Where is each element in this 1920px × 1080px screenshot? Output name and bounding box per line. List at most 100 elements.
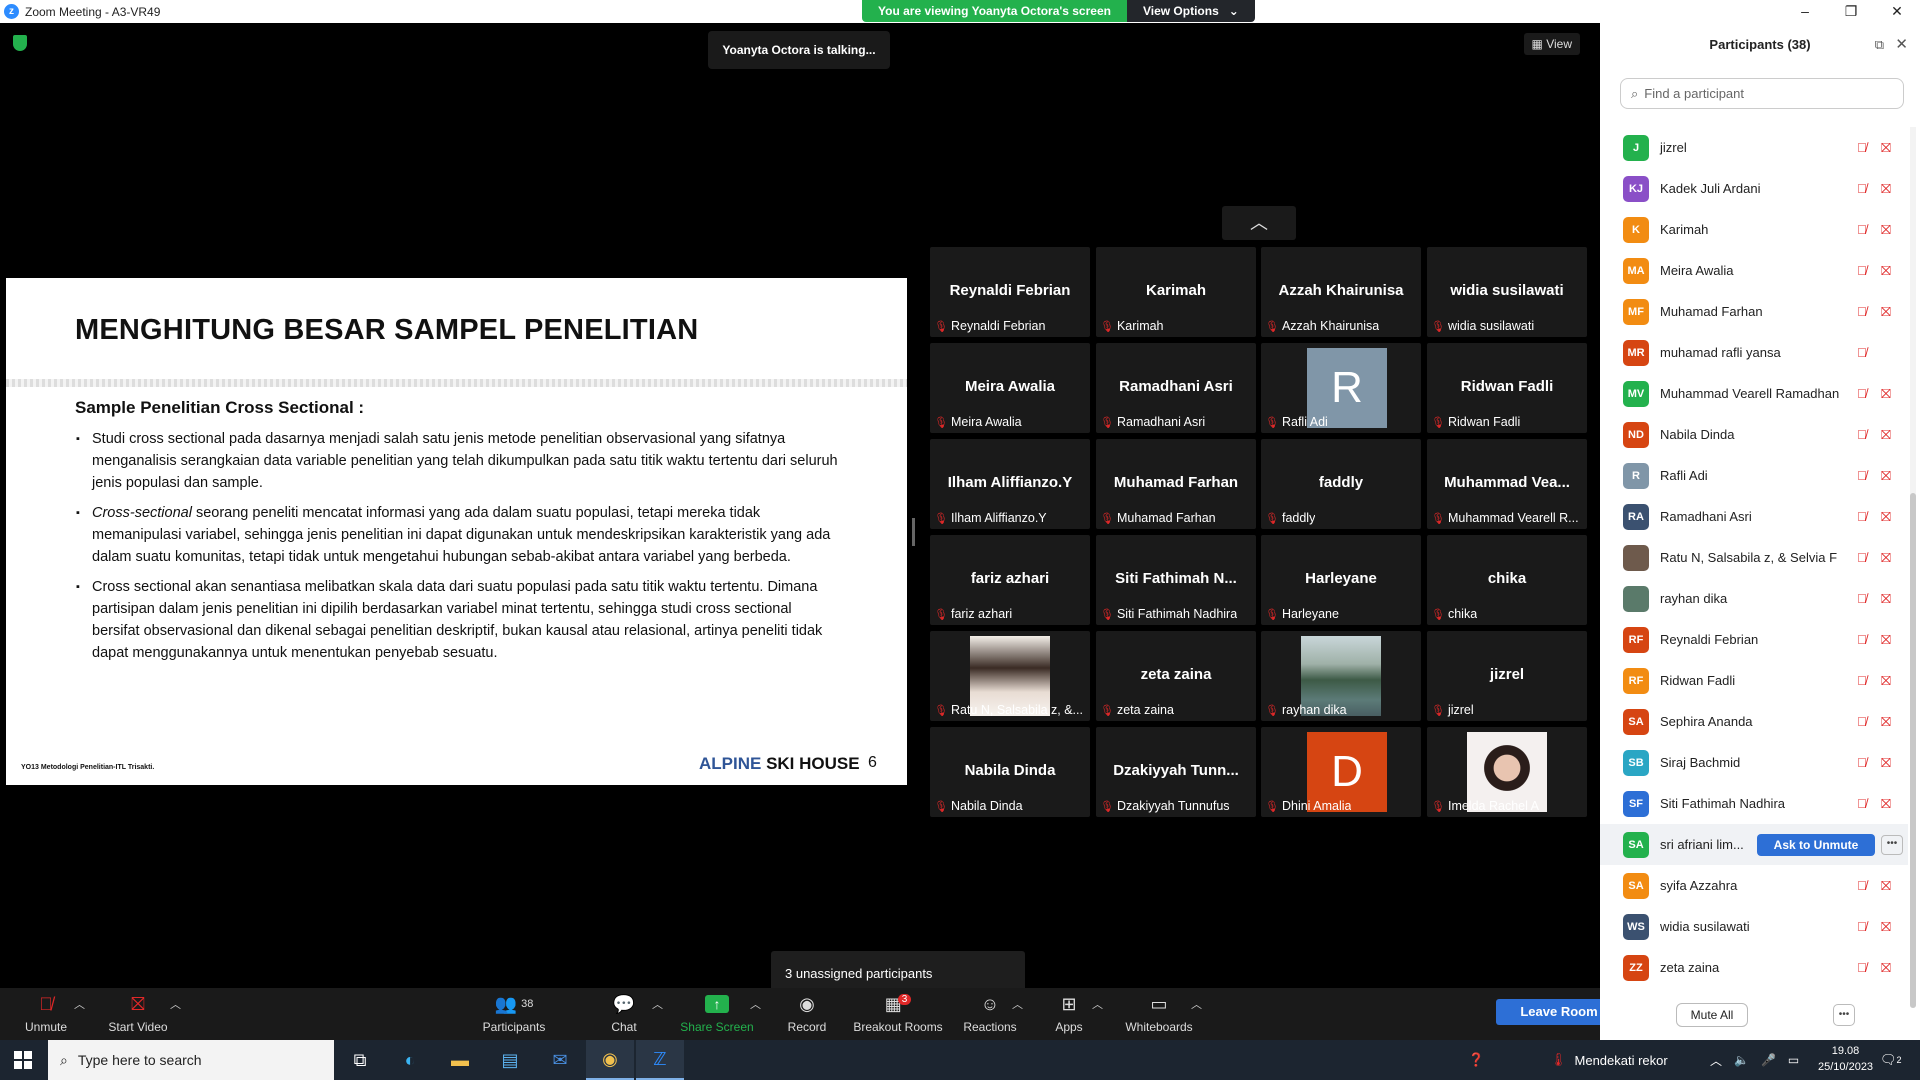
- system-tray[interactable]: ︿ 🔈 🎤 ▭: [1710, 1040, 1799, 1080]
- video-tile[interactable]: widia susilawati 🎙 widia susilawati: [1427, 247, 1587, 337]
- video-tile[interactable]: chika 🎙 chika: [1427, 535, 1587, 625]
- mic-muted-icon: 🎙̸: [1857, 304, 1867, 319]
- participant-row[interactable]: K Karimah 🎙̸ ⛝: [1600, 209, 1908, 250]
- mic-muted-icon: 🎙̸: [1857, 960, 1867, 975]
- video-tile[interactable]: fariz azhari 🎙 fariz azhari: [930, 535, 1090, 625]
- reactions-caret-icon[interactable]: ︿: [1012, 996, 1023, 1012]
- breakout-rooms-button[interactable]: ▦ 3 Breakout Rooms: [852, 992, 944, 1034]
- minimize-button[interactable]: –: [1782, 0, 1828, 23]
- video-tile[interactable]: Muhammad Vea... 🎙 Muhammad Vearell R...: [1427, 439, 1587, 529]
- ask-to-unmute-button[interactable]: Ask to Unmute: [1757, 833, 1875, 856]
- view-button[interactable]: ▦ View: [1523, 33, 1580, 55]
- mic-muted-icon: 🎙: [934, 320, 948, 333]
- participant-row[interactable]: MA Meira Awalia 🎙̸ ⛝: [1600, 250, 1908, 291]
- participant-row[interactable]: R Rafli Adi 🎙̸ ⛝: [1600, 455, 1908, 496]
- maximize-button[interactable]: ❐: [1828, 0, 1874, 23]
- store-icon[interactable]: ▤: [486, 1040, 534, 1080]
- zoom-taskbar-icon[interactable]: ℤ: [636, 1040, 684, 1080]
- participant-row[interactable]: SA sri afriani lim... Ask to Unmute •••: [1600, 824, 1908, 865]
- edge-icon[interactable]: ◐: [386, 1040, 434, 1080]
- notifications-icon[interactable]: 🗨 2: [1880, 1040, 1902, 1080]
- participant-row[interactable]: SA Sephira Ananda 🎙̸ ⛝: [1600, 701, 1908, 742]
- participant-row[interactable]: MR muhamad rafli yansa 🎙̸: [1600, 332, 1908, 373]
- participant-row[interactable]: KJ Kadek Juli Ardani 🎙̸ ⛝: [1600, 168, 1908, 209]
- gallery-page-up-button[interactable]: ︿: [1222, 206, 1296, 240]
- participant-row[interactable]: RF Reynaldi Febrian 🎙̸ ⛝: [1600, 619, 1908, 660]
- participant-row[interactable]: RA Ramadhani Asri 🎙̸ ⛝: [1600, 496, 1908, 537]
- participant-row[interactable]: ND Nabila Dinda 🎙̸ ⛝: [1600, 414, 1908, 455]
- participants-button[interactable]: 👥 38 Participants: [478, 992, 550, 1035]
- weather-widget[interactable]: 🌡 Mendekati rekor: [1550, 1040, 1668, 1080]
- whiteboards-button[interactable]: ▭ Whiteboards: [1124, 992, 1194, 1035]
- file-explorer-icon[interactable]: ▬: [436, 1040, 484, 1080]
- participant-row[interactable]: Ratu N, Salsabila z, & Selvia F 🎙̸ ⛝: [1600, 537, 1908, 578]
- share-options-caret-icon[interactable]: ︿: [750, 996, 761, 1012]
- video-tile[interactable]: Reynaldi Febrian 🎙 Reynaldi Febrian: [930, 247, 1090, 337]
- security-shield-icon[interactable]: [13, 35, 27, 51]
- participant-row[interactable]: SB Siraj Bachmid 🎙̸ ⛝: [1600, 742, 1908, 783]
- participant-list-scrollthumb[interactable]: [1910, 493, 1916, 1008]
- video-tile[interactable]: Harleyane 🎙 Harleyane: [1261, 535, 1421, 625]
- video-tile[interactable]: Siti Fathimah N... 🎙 Siti Fathimah Nadhira: [1096, 535, 1256, 625]
- whiteboards-caret-icon[interactable]: ︿: [1191, 996, 1202, 1012]
- popout-icon[interactable]: ⧉: [1875, 37, 1884, 53]
- video-tile[interactable]: Ilham Aliffianzo.Y 🎙 Ilham Aliffianzo.Y: [930, 439, 1090, 529]
- apps-caret-icon[interactable]: ︿: [1092, 996, 1103, 1012]
- task-view-icon[interactable]: ⧉: [336, 1040, 384, 1080]
- video-tile[interactable]: Ramadhani Asri 🎙 Ramadhani Asri: [1096, 343, 1256, 433]
- participant-row[interactable]: RF Ridwan Fadli 🎙̸ ⛝: [1600, 660, 1908, 701]
- video-tile[interactable]: Meira Awalia 🎙 Meira Awalia: [930, 343, 1090, 433]
- participant-row[interactable]: SF Siti Fathimah Nadhira 🎙̸ ⛝: [1600, 783, 1908, 824]
- video-tile[interactable]: Azzah Khairunisa 🎙 Azzah Khairunisa: [1261, 247, 1421, 337]
- video-tile[interactable]: zeta zaina 🎙 zeta zaina: [1096, 631, 1256, 721]
- start-video-button[interactable]: ⛝ Start Video: [104, 992, 172, 1035]
- video-tile[interactable]: Dzakiyyah Tunn... 🎙 Dzakiyyah Tunnufus: [1096, 727, 1256, 817]
- chrome-icon[interactable]: ◉: [586, 1040, 634, 1080]
- view-options-button[interactable]: View Options ⌄: [1126, 0, 1255, 22]
- mic-muted-icon: 🎙: [1431, 512, 1445, 525]
- taskbar-search-box[interactable]: ⌕ Type here to search: [48, 1040, 334, 1080]
- share-screen-button[interactable]: ↑ Share Screen: [680, 992, 754, 1034]
- help-icon[interactable]: ❓: [1468, 1040, 1484, 1080]
- participant-row[interactable]: Jjizrel 🎙̸ ⛝: [1600, 127, 1908, 168]
- participant-row[interactable]: SA syifa Azzahra 🎙̸ ⛝: [1600, 865, 1908, 906]
- participant-row[interactable]: MF Muhamad Farhan 🎙̸ ⛝: [1600, 291, 1908, 332]
- panel-more-button[interactable]: •••: [1833, 1004, 1855, 1026]
- taskbar-clock[interactable]: 19.08 25/10/2023: [1818, 1043, 1873, 1075]
- video-tile[interactable]: D 🎙 Dhini Amalia: [1261, 727, 1421, 817]
- video-tile[interactable]: faddly 🎙 faddly: [1261, 439, 1421, 529]
- mail-icon[interactable]: ✉: [536, 1040, 584, 1080]
- video-tile[interactable]: 🎙 rayhan dika: [1261, 631, 1421, 721]
- start-button[interactable]: [14, 1051, 32, 1069]
- participant-row[interactable]: MV Muhammad Vearell Ramadhan 🎙̸ ⛝: [1600, 373, 1908, 414]
- video-options-caret-icon[interactable]: ︿: [170, 996, 181, 1012]
- participant-more-button[interactable]: •••: [1881, 834, 1903, 855]
- close-button[interactable]: ✕: [1874, 0, 1920, 23]
- video-tile[interactable]: Nabila Dinda 🎙 Nabila Dinda: [930, 727, 1090, 817]
- reactions-button[interactable]: ☺ Reactions: [962, 992, 1018, 1035]
- participant-name: Kadek Juli Ardani: [1660, 181, 1761, 196]
- window-title: Zoom Meeting - A3-VR49: [25, 4, 161, 19]
- video-tile[interactable]: 🎙 Ratu N, Salsabila z, &...: [930, 631, 1090, 721]
- video-tile[interactable]: Muhamad Farhan 🎙 Muhamad Farhan: [1096, 439, 1256, 529]
- mute-all-button[interactable]: Mute All: [1676, 1003, 1748, 1027]
- video-tile[interactable]: R 🎙 Rafli Adi: [1261, 343, 1421, 433]
- close-panel-icon[interactable]: ✕: [1895, 35, 1908, 53]
- split-view-handle[interactable]: [912, 518, 915, 546]
- video-tile[interactable]: 🎙 Imelda Rachel A: [1427, 727, 1587, 817]
- participants-count: 38: [521, 998, 534, 1010]
- record-button[interactable]: ◉ Record: [782, 992, 832, 1035]
- video-tile[interactable]: jizrel 🎙 jizrel: [1427, 631, 1587, 721]
- video-tile[interactable]: Karimah 🎙 Karimah: [1096, 247, 1256, 337]
- participant-row[interactable]: ZZ zeta zaina 🎙̸ ⛝: [1600, 947, 1908, 988]
- participant-row[interactable]: rayhan dika 🎙̸ ⛝: [1600, 578, 1908, 619]
- unmute-button[interactable]: 🎙̸ Unmute: [20, 992, 72, 1035]
- chat-button[interactable]: 💬 Chat: [600, 992, 648, 1035]
- chat-options-caret-icon[interactable]: ︿: [652, 996, 663, 1012]
- participant-search-input[interactable]: ⌕ Find a participant: [1620, 78, 1904, 109]
- tile-display-name: Ridwan Fadli: [1460, 378, 1554, 395]
- audio-options-caret-icon[interactable]: ︿: [74, 996, 85, 1012]
- participant-row[interactable]: WS widia susilawati 🎙̸ ⛝: [1600, 906, 1908, 947]
- apps-button[interactable]: ⊞ Apps: [1052, 992, 1086, 1035]
- video-tile[interactable]: Ridwan Fadli 🎙 Ridwan Fadli: [1427, 343, 1587, 433]
